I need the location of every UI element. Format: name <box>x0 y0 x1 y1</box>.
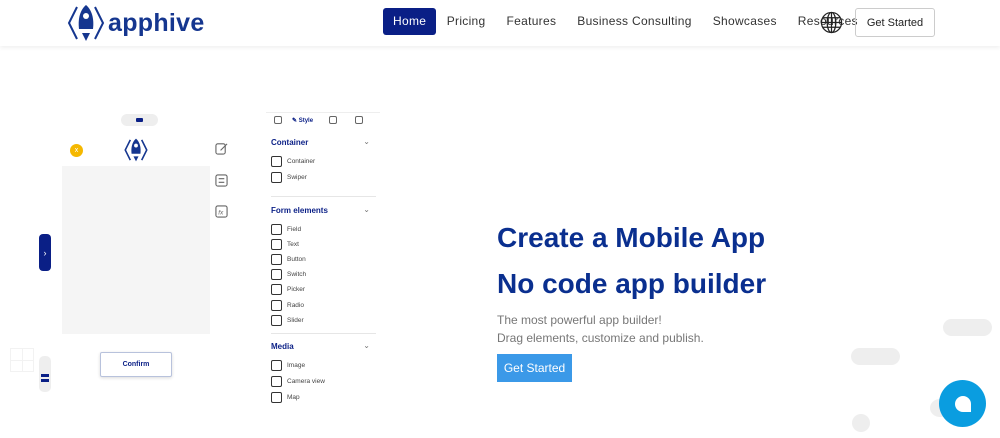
hero-get-started-button[interactable]: Get Started <box>497 354 572 382</box>
map-icon <box>271 392 282 403</box>
tab-media-icon[interactable] <box>355 116 364 124</box>
section-media[interactable]: Media <box>271 342 294 351</box>
component-camera-view[interactable]: Camera view <box>271 376 325 387</box>
decor-pill <box>851 348 900 365</box>
chat-bubble-icon <box>954 395 971 412</box>
top-nav: apphive Home Pricing Features Business C… <box>0 0 1000 46</box>
container-icon <box>271 156 282 167</box>
decor-pill <box>943 319 992 336</box>
nav-showcases[interactable]: Showcases <box>702 8 787 35</box>
settings-sliders-icon[interactable] <box>210 165 232 195</box>
text-icon <box>271 239 282 250</box>
component-panel: ✎ Style Container ⌄ Container Swiper Form… <box>266 112 380 417</box>
camera-icon <box>271 376 282 387</box>
switch-icon <box>271 269 282 280</box>
component-label: Map <box>287 394 300 401</box>
component-label: Picker <box>287 286 306 293</box>
chevron-down-icon[interactable]: ⌄ <box>363 205 370 214</box>
component-map[interactable]: Map <box>271 392 300 403</box>
tab-layout-icon[interactable] <box>329 116 338 124</box>
component-label: Switch <box>287 271 307 278</box>
section-container[interactable]: Container <box>271 138 308 147</box>
component-label: Radio <box>287 302 304 309</box>
chevron-down-icon[interactable]: ⌄ <box>363 137 370 146</box>
tab-style[interactable]: ✎ Style <box>292 117 313 124</box>
zoom-slider[interactable] <box>39 356 51 392</box>
rocket-hex-logo-icon <box>67 5 105 41</box>
brand-name: apphive <box>108 8 205 37</box>
decor-dot <box>852 414 870 432</box>
slider-icon <box>271 315 282 326</box>
hero-subtitle: No code app builder <box>497 268 767 299</box>
divider <box>271 196 376 197</box>
tab-style-label: Style <box>298 117 314 124</box>
confirm-button[interactable]: Confirm <box>100 352 172 377</box>
button-icon <box>271 254 282 265</box>
component-button[interactable]: Button <box>271 254 306 265</box>
nav-business-consulting[interactable]: Business Consulting <box>567 8 702 35</box>
nav-features[interactable]: Features <box>496 8 567 35</box>
component-container[interactable]: Container <box>271 156 315 167</box>
component-image[interactable]: Image <box>271 360 305 371</box>
panel-tabs: ✎ Style <box>266 112 380 127</box>
hero-line-1: The most powerful app builder! <box>497 313 662 327</box>
device-toggle[interactable] <box>121 114 158 126</box>
component-label: Text <box>287 241 299 248</box>
component-label: Swiper <box>287 174 307 181</box>
component-text[interactable]: Text <box>271 239 299 250</box>
swiper-icon <box>271 172 282 183</box>
component-label: Camera view <box>287 378 325 385</box>
component-radio[interactable]: Radio <box>271 300 304 311</box>
component-label: Container <box>287 158 316 165</box>
image-icon <box>271 360 282 371</box>
component-label: Slider <box>287 317 304 324</box>
component-slider[interactable]: Slider <box>271 315 304 326</box>
rocket-logo-icon <box>124 138 148 162</box>
picker-icon <box>271 284 282 295</box>
section-form-elements[interactable]: Form elements <box>271 206 328 215</box>
expand-sidebar-button[interactable]: › <box>39 234 51 271</box>
nav-pricing[interactable]: Pricing <box>436 8 496 35</box>
hero-line-2: Drag elements, customize and publish. <box>497 331 704 345</box>
hero-title: Create a Mobile App <box>497 222 766 253</box>
globe-icon[interactable] <box>820 11 843 34</box>
component-label: Button <box>287 256 306 263</box>
nav-home[interactable]: Home <box>383 8 437 35</box>
chat-button[interactable] <box>939 380 986 427</box>
nav-get-started-button[interactable]: Get Started <box>855 8 935 37</box>
function-icon[interactable]: fx <box>210 196 232 226</box>
chevron-down-icon[interactable]: ⌄ <box>363 341 370 350</box>
divider <box>271 333 376 334</box>
component-label: Field <box>287 226 302 233</box>
component-picker[interactable]: Picker <box>271 284 305 295</box>
main-menu: Home Pricing Features Business Consultin… <box>383 8 868 35</box>
svg-text:fx: fx <box>218 209 224 216</box>
component-swiper[interactable]: Swiper <box>271 172 307 183</box>
close-badge[interactable]: x <box>70 144 83 157</box>
tab-add-icon[interactable] <box>274 116 282 124</box>
component-switch[interactable]: Switch <box>271 269 306 280</box>
brand-logo[interactable]: apphive <box>67 3 205 43</box>
component-field[interactable]: Field <box>271 224 301 235</box>
radio-icon <box>271 300 282 311</box>
edit-icon[interactable] <box>210 133 232 163</box>
component-label: Image <box>287 362 306 369</box>
field-icon <box>271 224 282 235</box>
grid-icon <box>10 348 34 372</box>
phone-header: x <box>62 134 210 166</box>
